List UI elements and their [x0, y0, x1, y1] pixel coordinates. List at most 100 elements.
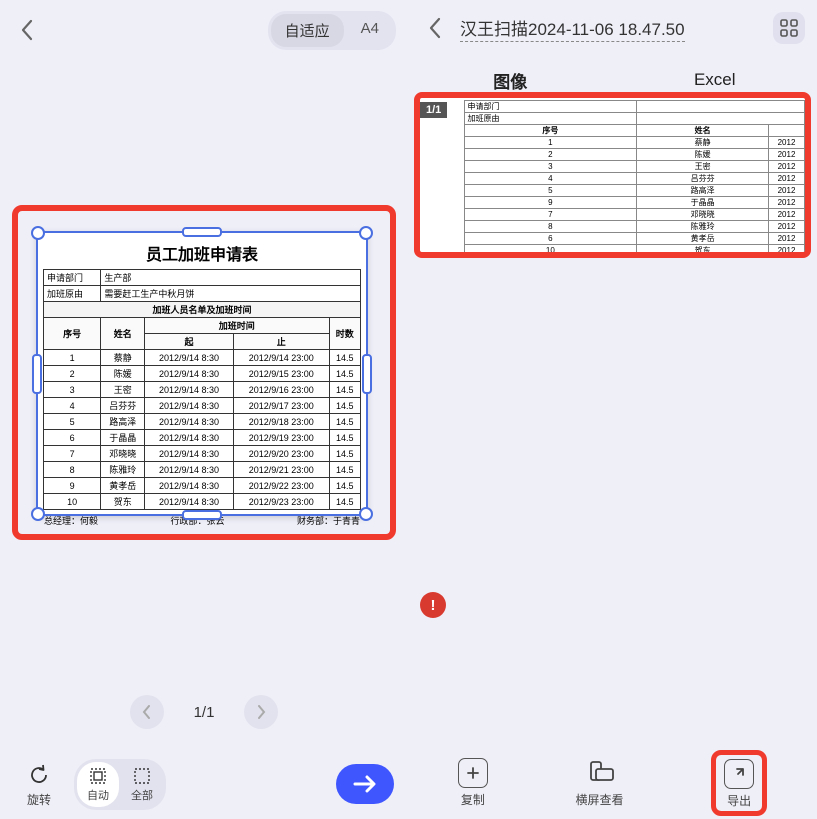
cell-year: 2012	[769, 149, 805, 161]
back-button[interactable]	[12, 15, 42, 45]
right-pane: 汉王扫描2024-11-06 18.47.50 图像 Excel 1/1 申请部…	[408, 0, 817, 819]
cell-hours: 14.5	[329, 446, 360, 462]
left-pane: 自适应 A4 员工加班申请表 申请部门 生产部	[0, 0, 408, 819]
table-row: 6 于晶晶 2012/9/14 8:30 2012/9/19 23:00 14.…	[44, 430, 361, 446]
cell-start: 2012/9/14 8:30	[145, 366, 234, 382]
cell-name: 邓晓晓	[101, 446, 145, 462]
cell-seq: 4	[464, 173, 637, 185]
cell-seq: 6	[464, 233, 637, 245]
table-row: 1 蔡静 2012	[420, 137, 805, 149]
landscape-icon	[584, 758, 614, 788]
crop-mode-all[interactable]: 全部	[121, 762, 163, 807]
cell-name: 路高泽	[101, 414, 145, 430]
cell-hours: 14.5	[329, 430, 360, 446]
doc-table-body: 1 蔡静 2012/9/14 8:30 2012/9/14 23:00 14.5…	[44, 350, 361, 510]
cell-seq: 6	[44, 430, 101, 446]
chevron-left-icon	[20, 19, 34, 41]
cell-name: 于晶晶	[637, 197, 769, 209]
crop-mode-auto[interactable]: 自动	[77, 762, 119, 807]
table-row: 3 王密 2012	[420, 161, 805, 173]
cell-name: 蔡静	[637, 137, 769, 149]
dept-value: 生产部	[101, 270, 361, 286]
landscape-button[interactable]: 横屏查看	[575, 758, 623, 808]
fit-mode-auto[interactable]: 自适应	[271, 14, 344, 47]
next-page-button[interactable]	[244, 695, 278, 729]
col-end: 止	[233, 334, 329, 350]
grid-menu-button[interactable]	[773, 12, 805, 44]
cell-seq: 9	[464, 197, 637, 209]
crop-corner-tl[interactable]	[31, 226, 45, 240]
table-row: 10 贺东 2012/9/14 8:30 2012/9/23 23:00 14.…	[44, 494, 361, 510]
excel-dept-label: 申请部门	[464, 101, 637, 113]
col-start: 起	[145, 334, 234, 350]
cell-seq: 5	[464, 185, 637, 197]
table-row: 5 路高泽 2012/9/14 8:30 2012/9/18 23:00 14.…	[44, 414, 361, 430]
cell-end: 2012/9/15 23:00	[233, 366, 329, 382]
cell-name: 蔡静	[101, 350, 145, 366]
page-label: 1/1	[194, 704, 215, 721]
paper-size[interactable]: A4	[347, 14, 393, 47]
cell-seq: 10	[464, 245, 637, 257]
crop-corner-br[interactable]	[359, 507, 373, 521]
grid-icon	[780, 19, 798, 37]
rotate-button[interactable]: 旋转	[14, 761, 64, 808]
excel-reason-label: 加班原由	[464, 113, 637, 125]
cell-name: 吕芬芬	[101, 398, 145, 414]
crop-corner-bl[interactable]	[31, 507, 45, 521]
right-toolbar: 复制 横屏查看 导出	[408, 747, 817, 819]
crop-corner-tr[interactable]	[359, 226, 373, 240]
crop-mode-group: 自动 全部	[74, 759, 166, 810]
cell-year: 2012	[769, 209, 805, 221]
crop-handle-bottom[interactable]	[182, 510, 222, 520]
cell-name: 陈雅玲	[101, 462, 145, 478]
cell-seq: 2	[44, 366, 101, 382]
cell-name: 邓晓晓	[637, 209, 769, 221]
back-button-right[interactable]	[420, 13, 450, 43]
cell-seq: 2	[464, 149, 637, 161]
table-row: 1 蔡静 2012/9/14 8:30 2012/9/14 23:00 14.5	[44, 350, 361, 366]
col-name: 姓名	[101, 318, 145, 350]
crop-all-label: 全部	[131, 787, 153, 803]
crop-handle-left[interactable]	[32, 354, 42, 394]
col-time: 加班时间	[145, 318, 329, 334]
cell-seq: 8	[44, 462, 101, 478]
crop-all-icon	[132, 766, 152, 786]
cell-start: 2012/9/14 8:30	[145, 494, 234, 510]
export-label: 导出	[727, 792, 751, 809]
crop-auto-label: 自动	[87, 787, 109, 803]
prev-page-button[interactable]	[130, 695, 164, 729]
cell-seq: 5	[44, 414, 101, 430]
cell-year: 2012	[769, 185, 805, 197]
cell-year: 2012	[769, 173, 805, 185]
cell-name: 黄孝岳	[101, 478, 145, 494]
table-row: 8 陈雅玲 2012/9/14 8:30 2012/9/21 23:00 14.…	[44, 462, 361, 478]
warning-badge[interactable]: !	[420, 592, 446, 618]
cell-hours: 14.5	[329, 478, 360, 494]
cell-seq: 4	[44, 398, 101, 414]
crop-handle-top[interactable]	[182, 227, 222, 237]
cell-end: 2012/9/20 23:00	[233, 446, 329, 462]
cell-end: 2012/9/23 23:00	[233, 494, 329, 510]
export-icon	[724, 759, 754, 789]
left-top-bar: 自适应 A4	[0, 0, 408, 60]
cell-start: 2012/9/14 8:30	[145, 446, 234, 462]
cell-hours: 14.5	[329, 350, 360, 366]
file-title[interactable]: 汉王扫描2024-11-06 18.47.50	[460, 15, 685, 42]
cell-seq: 9	[44, 478, 101, 494]
copy-label: 复制	[461, 791, 485, 808]
cell-seq: 10	[44, 494, 101, 510]
crop-handle-right[interactable]	[362, 354, 372, 394]
export-button[interactable]: 导出	[711, 750, 767, 816]
cell-end: 2012/9/21 23:00	[233, 462, 329, 478]
cell-start: 2012/9/14 8:30	[145, 462, 234, 478]
cell-start: 2012/9/14 8:30	[145, 350, 234, 366]
page-badge: 1/1	[420, 102, 447, 118]
copy-button[interactable]: 复制	[458, 758, 488, 808]
table-row: 5 路高泽 2012	[420, 185, 805, 197]
table-row: 9 黄孝岳 2012/9/14 8:30 2012/9/22 23:00 14.…	[44, 478, 361, 494]
scanned-document[interactable]: 员工加班申请表 申请部门 生产部 加班原由 需要赶工生产中秋月饼 加班人员名单及…	[36, 231, 368, 516]
crop-auto-icon	[88, 766, 108, 786]
process-button[interactable]	[336, 764, 394, 804]
section-title: 加班人员名单及加班时间	[44, 302, 361, 318]
doc-title: 员工加班申请表	[38, 233, 366, 269]
